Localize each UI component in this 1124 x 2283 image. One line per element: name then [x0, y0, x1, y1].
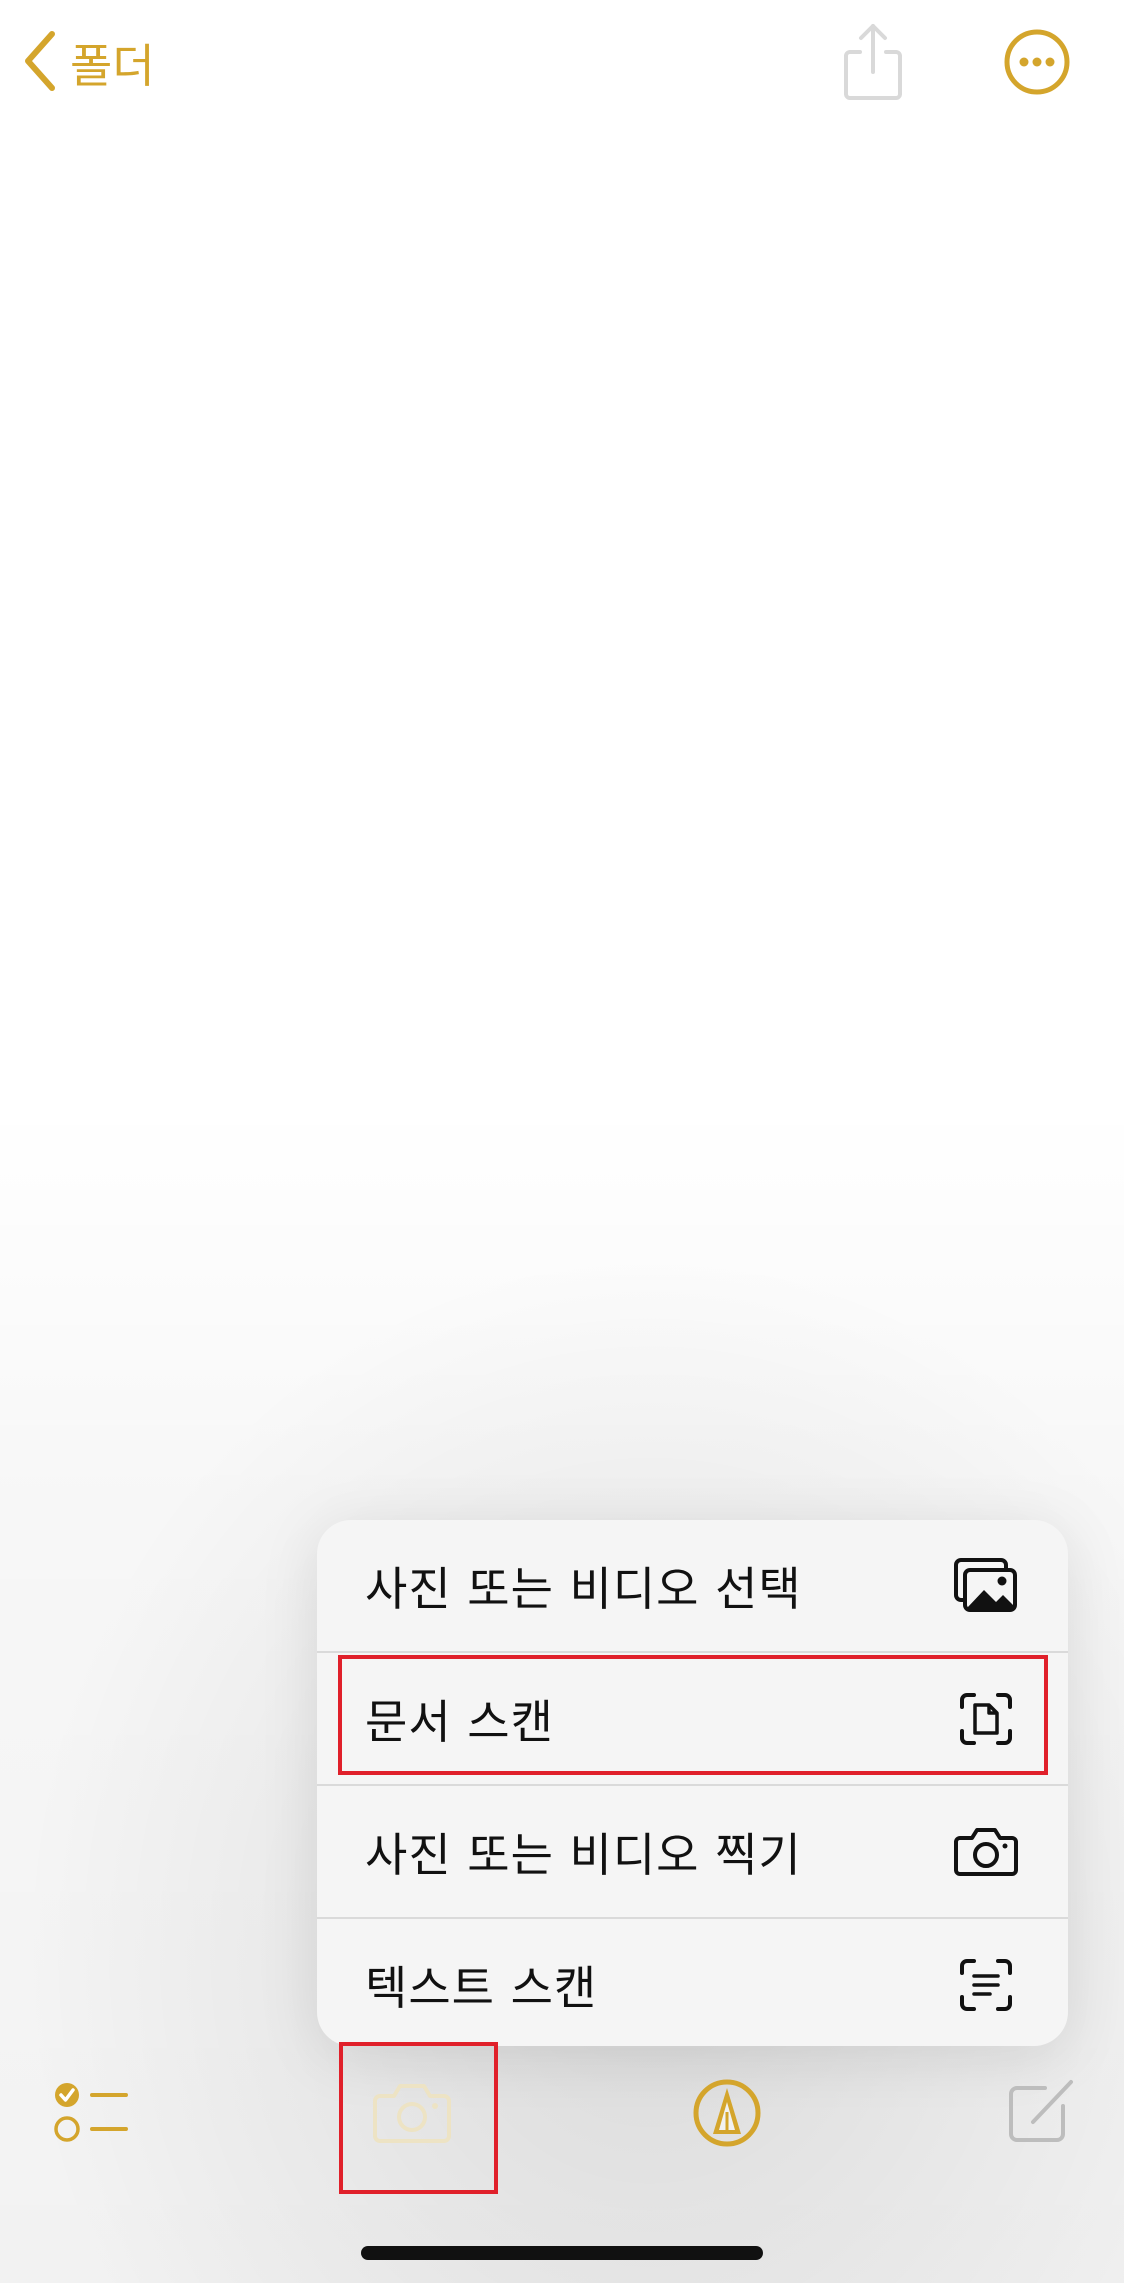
compose-icon	[1005, 2076, 1077, 2150]
home-indicator[interactable]	[361, 2246, 763, 2260]
text-scan-icon	[954, 1953, 1018, 2017]
back-label: 폴더	[70, 39, 155, 93]
markup-button[interactable]	[692, 2078, 762, 2152]
menu-item-scan-text[interactable]: 텍스트 스캔	[317, 1919, 1068, 2046]
share-button[interactable]	[838, 22, 908, 102]
checklist-button[interactable]	[50, 2078, 130, 2150]
menu-item-label: 문서 스캔	[365, 1694, 554, 1749]
attachment-menu: 사진 또는 비디오 선택 문서 스캔 사진 또는 비디오 찍기 텍스트 스캔	[317, 1520, 1068, 2046]
ellipsis-circle-icon	[1003, 29, 1071, 100]
photo-library-icon	[954, 1554, 1018, 1618]
menu-item-label: 사진 또는 비디오 찍기	[365, 1827, 802, 1882]
checklist-icon	[50, 2076, 130, 2152]
share-icon	[838, 24, 908, 106]
back-to-folders-button[interactable]: 폴더	[22, 28, 155, 98]
menu-item-scan-documents[interactable]: 문서 스캔	[317, 1653, 1068, 1784]
camera-icon	[372, 2080, 452, 2150]
chevron-left-icon	[22, 30, 56, 96]
document-scan-icon	[954, 1687, 1018, 1751]
menu-item-label: 텍스트 스캔	[365, 1960, 598, 2015]
more-options-button[interactable]	[1003, 28, 1071, 96]
menu-item-label: 사진 또는 비디오 선택	[365, 1561, 802, 1616]
compose-button[interactable]	[1005, 2078, 1077, 2148]
menu-item-take-photo-or-video[interactable]: 사진 또는 비디오 찍기	[317, 1786, 1068, 1917]
markup-pen-icon	[692, 2076, 762, 2154]
menu-item-choose-photo-or-video[interactable]: 사진 또는 비디오 선택	[317, 1520, 1068, 1651]
camera-button[interactable]	[372, 2082, 452, 2148]
camera-icon	[954, 1820, 1018, 1884]
